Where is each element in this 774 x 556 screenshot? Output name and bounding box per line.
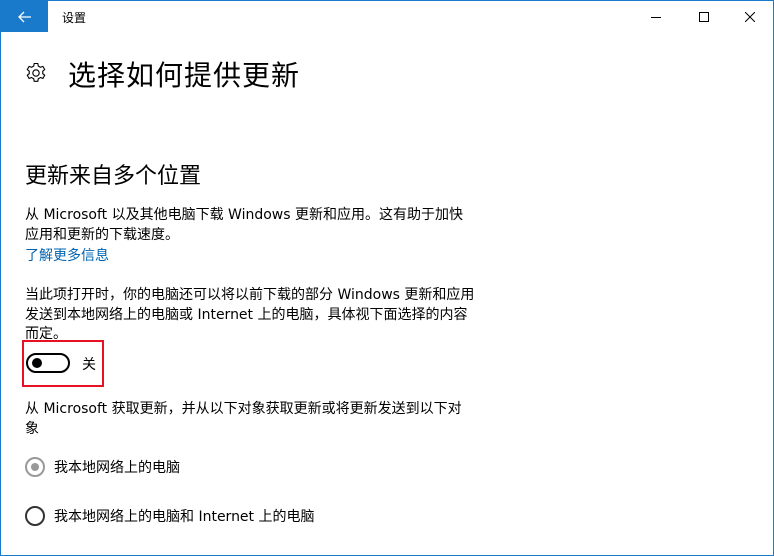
- maximize-button[interactable]: [681, 1, 727, 32]
- radio-button[interactable]: [25, 506, 45, 526]
- back-button[interactable]: [1, 1, 48, 32]
- radio-description-text: 从 Microsoft 获取更新，并从以下对象获取更新或将更新发送到以下对象: [25, 401, 462, 437]
- close-icon: [745, 11, 755, 22]
- minimize-icon: [651, 16, 661, 18]
- maximize-icon: [699, 11, 709, 22]
- radio-option-local-network[interactable]: 我本地网络上的电脑: [25, 456, 180, 478]
- settings-window: 设置 选择如何提供更新 更新来自多个位置 从 Microsoft 以及其他电脑下…: [0, 0, 774, 556]
- radio-label: 我本地网络上的电脑和 Internet 上的电脑: [54, 509, 315, 525]
- learn-more-link[interactable]: 了解更多信息: [25, 245, 109, 265]
- back-arrow-icon: [17, 11, 31, 22]
- radio-button[interactable]: [25, 457, 45, 477]
- radio-label: 我本地网络上的电脑: [54, 460, 180, 476]
- page-title: 选择如何提供更新: [68, 59, 301, 92]
- toggle-state-label: 关: [82, 357, 96, 373]
- radio-selected-dot: [31, 463, 39, 471]
- toggle-knob: [32, 358, 42, 368]
- radio-option-local-and-internet[interactable]: 我本地网络上的电脑和 Internet 上的电脑: [25, 505, 315, 527]
- toggle-description-text: 当此项打开时，你的电脑还可以将以前下载的部分 Windows 更新和应用发送到本…: [25, 287, 475, 342]
- section-title: 更新来自多个位置: [25, 164, 202, 189]
- gear-icon: [26, 62, 46, 82]
- app-title: 设置: [62, 11, 87, 25]
- delivery-optimization-toggle[interactable]: [26, 353, 70, 373]
- minimize-button[interactable]: [633, 1, 679, 32]
- close-button[interactable]: [727, 1, 773, 32]
- description-text: 从 Microsoft 以及其他电脑下载 Windows 更新和应用。这有助于加…: [25, 207, 464, 243]
- title-bar: 设置: [1, 1, 773, 32]
